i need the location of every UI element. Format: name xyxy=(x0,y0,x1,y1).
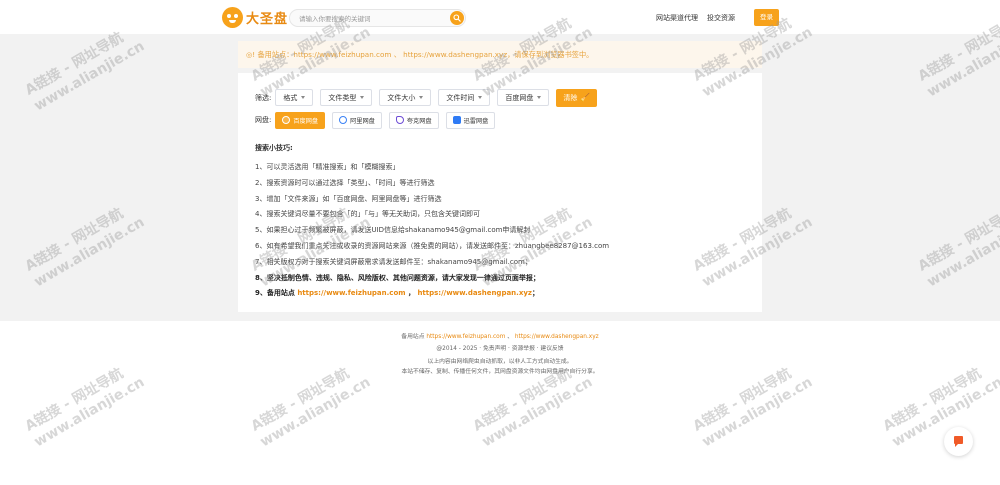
chevron-down-icon xyxy=(301,96,306,99)
tip-line-backup: 9、备用站点 https://www.feizhupan.com ， https… xyxy=(255,286,609,302)
tip-link-dashengpan[interactable]: https://www.dashengpan.xyz xyxy=(417,289,532,297)
broom-icon: 🧹 xyxy=(580,93,591,102)
nav-agent-link[interactable]: 网站渠道代理 xyxy=(656,13,698,23)
notice-link-feizhupan[interactable]: https://www.feizhupan.com xyxy=(293,50,391,59)
footer-link-feizhupan[interactable]: https://www.feizhupan.com xyxy=(426,334,505,340)
footer-copyright[interactable]: @2014 - 2025 · 免责声明 · 资源举报 · 建议反馈 xyxy=(0,343,1000,352)
footer-link-dashengpan[interactable]: https://www.dashengpan.xyz xyxy=(515,334,599,340)
select-label: 文件时间 xyxy=(446,93,475,102)
clear-label: 清除 xyxy=(563,93,578,102)
search-input[interactable] xyxy=(299,13,444,24)
top-header: 大圣盘 网站渠道代理 投交资源 登录 xyxy=(0,0,1000,34)
backup-notice: ◎! 备用站点：https://www.feizhupan.com 、 http… xyxy=(238,41,762,68)
disk-item-label: 阿里网盘 xyxy=(350,117,375,125)
chat-bubble-icon xyxy=(954,436,963,447)
notice-link-dashengpan[interactable]: https://www.dashengpan.xyz xyxy=(403,50,507,59)
watermark-line: www.alianjie.cn xyxy=(924,24,1000,101)
chevron-down-icon xyxy=(537,96,542,99)
filter-format-select[interactable]: 格式 xyxy=(275,89,314,106)
watermark: A链接 - 网址导航 www.alianjie.cn xyxy=(915,198,1000,291)
disk-row: 网盘: 百度网盘 阿里网盘 夸克网盘 迅雷网盘 xyxy=(255,111,502,129)
watermark: A链接 - 网址导航 www.alianjie.cn xyxy=(22,22,148,115)
filter-row: 筛选: 格式 文件类型 文件大小 文件时间 百度网盘 清除 🧹 xyxy=(255,88,598,107)
chevron-down-icon xyxy=(360,96,365,99)
disk-item-label: 夸克网盘 xyxy=(406,117,432,125)
disk-aliyun-button[interactable]: 阿里网盘 xyxy=(332,111,382,129)
notice-sep: 、 xyxy=(391,50,404,59)
disk-item-label: 百度网盘 xyxy=(293,117,319,125)
search-icon xyxy=(453,14,461,22)
disk-baidu-button[interactable]: 百度网盘 xyxy=(275,111,326,129)
filter-filesize-select[interactable]: 文件大小 xyxy=(379,89,432,106)
watermark-line: www.alianjie.cn xyxy=(31,38,148,115)
tip-line: 6、如有希望我们重点关注或收录的资源网站来源（推免费的网站），请发送邮件至：zh… xyxy=(255,241,610,250)
notice-prefix: ◎! 备用站点： xyxy=(246,50,294,59)
footer-backup-prefix: 备用站点 xyxy=(401,334,427,340)
chevron-down-icon xyxy=(419,96,424,99)
quark-disk-icon xyxy=(395,116,404,124)
search-box xyxy=(289,9,466,27)
watermark-line: www.alianjie.cn xyxy=(924,214,1000,291)
site-logo[interactable]: 大圣盘 xyxy=(222,7,288,28)
tip-line: 3、增加「文件来源」如「百度网盘、阿里网盘等」进行筛选 xyxy=(255,194,442,203)
logo-text: 大圣盘 xyxy=(246,12,289,27)
watermark: A链接 - 网址导航 www.alianjie.cn xyxy=(22,198,148,291)
watermark-line: www.alianjie.cn xyxy=(31,214,148,291)
disk-label: 网盘: xyxy=(255,116,272,124)
footer-disclaimer-2: 本站不储存、复制、传播任何文件，其网盘资源文件均由网盘用户自行分享。 xyxy=(401,369,599,375)
backup-prefix: 9、备用站点 xyxy=(255,289,298,298)
footer-sep: 、 xyxy=(505,334,515,340)
tip-line: 2、搜索资源时可以通过选择「类型」、「时间」等进行筛选 xyxy=(255,178,435,187)
filter-disk-select[interactable]: 百度网盘 xyxy=(497,89,550,106)
search-tips: 搜索小技巧: 1、可以灵活选用「精准搜索」和「模糊搜索」 2、搜索资源时可以通过… xyxy=(255,143,609,302)
search-button[interactable] xyxy=(450,11,464,25)
feedback-chat-button[interactable] xyxy=(944,427,973,456)
baidu-disk-icon xyxy=(282,116,291,124)
select-label: 文件大小 xyxy=(387,93,416,102)
footer-backup-line: 备用站点 https://www.feizhupan.com 、 https:/… xyxy=(0,331,1000,340)
tip-line: 7、相关版权方对于搜索关键词屏蔽需求请发送邮件至：shakanamo945@gm… xyxy=(255,257,532,266)
tips-title: 搜索小技巧: xyxy=(255,144,293,152)
select-label: 格式 xyxy=(283,93,298,102)
watermark-line: A链接 - 网址导航 xyxy=(915,205,1000,275)
tip-line: 5、如果担心过于频繁被屏蔽，请发送UID信息给shakanamo945@gmai… xyxy=(255,226,531,235)
disk-quark-button[interactable]: 夸克网盘 xyxy=(388,111,439,129)
disk-xunlei-button[interactable]: 迅雷网盘 xyxy=(445,111,496,129)
tip-line: 1、可以灵活选用「精准搜索」和「模糊搜索」 xyxy=(255,163,400,171)
xunlei-disk-icon xyxy=(452,116,461,124)
filter-filetype-select[interactable]: 文件类型 xyxy=(320,89,373,106)
footer-disclaimer-1: 以上内容由网络爬虫自动抓取，以非人工方式自动生成。 xyxy=(427,359,573,365)
monkey-logo-icon xyxy=(222,7,243,28)
backup-suffix: ； xyxy=(531,289,539,298)
disk-item-label: 迅雷网盘 xyxy=(463,117,489,125)
tip-link-feizhupan[interactable]: https://www.feizhupan.com xyxy=(297,289,405,297)
notice-suffix: ，请保存到浏览器书签中。 xyxy=(507,50,594,59)
filter-label: 筛选: xyxy=(255,93,272,102)
main-card: 筛选: 格式 文件类型 文件大小 文件时间 百度网盘 清除 🧹 网盘: 百度网盘 … xyxy=(238,73,762,312)
watermark-line: A链接 - 网址导航 xyxy=(22,205,127,275)
select-label: 文件类型 xyxy=(328,93,357,102)
clear-filters-button[interactable]: 清除 🧹 xyxy=(556,88,598,107)
login-button[interactable]: 登录 xyxy=(754,9,779,26)
filter-filetime-select[interactable]: 文件时间 xyxy=(438,89,491,106)
aliyun-disk-icon xyxy=(339,116,348,124)
tip-line-warning: 8、坚决抵制色情、违规、隐私、风险版权、其他问题资源，请大家发现一律通过页面举报… xyxy=(255,273,540,282)
top-nav: 网站渠道代理 投交资源 xyxy=(656,13,735,23)
select-label: 百度网盘 xyxy=(505,93,534,102)
backup-sep: ， xyxy=(405,289,418,298)
chevron-down-icon xyxy=(478,96,483,99)
page-footer: 备用站点 https://www.feizhupan.com 、 https:/… xyxy=(0,321,1000,485)
tip-line: 4、搜索关键词尽量不要包含「的」「与」等无关助词，只包含关键词即可 xyxy=(255,210,480,219)
nav-submit-link[interactable]: 投交资源 xyxy=(707,13,735,23)
